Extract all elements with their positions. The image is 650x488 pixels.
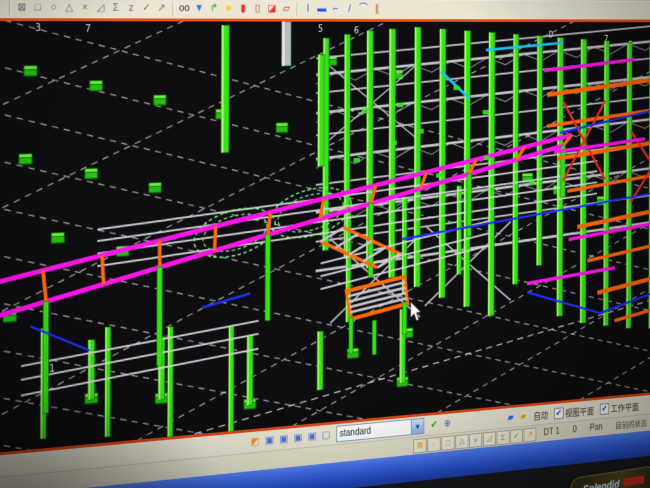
status-dt-field: DT 1 <box>537 426 566 438</box>
create-horizontal-beam-icon[interactable]: ▬ <box>315 2 329 17</box>
grid-label: 7 <box>85 24 91 35</box>
snap-mini-arrow-icon[interactable]: ↗ <box>524 427 537 442</box>
toolbar-separator <box>297 2 298 16</box>
model-viewport[interactable]: 3756D7E11 <box>0 18 650 462</box>
create-pad-footing-icon[interactable]: ▯ <box>250 1 264 16</box>
tank-rings <box>190 179 355 266</box>
create-arc-beam-icon[interactable]: ⌒ <box>356 2 370 17</box>
create-slab-icon[interactable]: ▱ <box>279 2 293 17</box>
select-all-icon[interactable]: ▣ <box>262 432 276 448</box>
select-objects-icon[interactable]: ▢ <box>319 427 333 443</box>
model-3d-view: 3756D7E11 <box>0 21 650 459</box>
select-parts-icon[interactable]: ▣ <box>277 431 291 447</box>
snap-mini-check-icon[interactable]: ✓ <box>510 428 523 443</box>
snap-z-icon[interactable]: z <box>123 1 138 16</box>
create-polybeam-icon[interactable]: ⌐ <box>329 2 343 17</box>
grid-label: 5 <box>318 24 323 34</box>
view-plane-icon[interactable]: ▰ <box>504 410 517 425</box>
view-plane-label: 视图平面 <box>565 403 594 419</box>
auto-label: 自动 <box>533 407 548 421</box>
create-beam-icon[interactable]: Ⅰ <box>301 2 315 17</box>
create-curved-beam-icon[interactable]: / <box>343 2 357 17</box>
create-twin-profile-icon[interactable]: ∥ <box>370 2 384 17</box>
create-column-icon[interactable]: ▮ <box>236 1 251 16</box>
status-mode-field: Pan <box>583 422 609 434</box>
snap-mini-triangle-icon[interactable]: △ <box>455 434 468 449</box>
snap-perpendicular-icon[interactable]: ◿ <box>93 1 109 16</box>
snap-mini-circle-icon[interactable]: ○ <box>427 436 440 452</box>
sticker-red-badge <box>623 476 644 487</box>
representation-combobox-value: standard <box>337 422 411 439</box>
work-plane-label: 工作平面 <box>611 399 639 414</box>
view-plane-checkbox[interactable]: ✔ <box>554 407 564 419</box>
snap-mini-perpendicular-icon[interactable]: ◿ <box>483 431 496 446</box>
combobox-dropdown-arrow[interactable]: ▼ <box>411 419 424 435</box>
render-options-icon[interactable]: ■ <box>221 1 236 16</box>
spotlight-icon[interactable]: ▼ <box>192 1 207 16</box>
create-panel-icon[interactable]: ◪ <box>265 2 279 17</box>
grid-labels: 3756D7E11 <box>34 23 633 376</box>
mouse-cursor <box>411 301 421 321</box>
snap-arrow-icon[interactable]: ↗ <box>154 1 169 16</box>
snap-mini-intersection-icon[interactable]: ⊠ <box>413 438 426 454</box>
snap-triangle-icon[interactable]: △ <box>61 0 77 16</box>
snap-any-position-icon[interactable]: □ <box>30 0 46 16</box>
splendid-sticker-label: Splendid <box>583 477 620 488</box>
snap-mini-box-icon[interactable]: □ <box>441 435 454 451</box>
fly-through-icon[interactable]: ↱ <box>207 1 222 16</box>
monitor: ▭▭▯⁄⁄ ⊠□○△×◿Σz✓↗ oo▼↱■ ▮▯◪▱ Ⅰ▬⌐/⌒∥ 3756D <box>0 0 650 488</box>
splendid-sticker: Splendid <box>570 465 650 488</box>
status-message: 目前的状态 <box>609 417 650 432</box>
snap-mini-cross-icon[interactable]: × <box>469 432 482 447</box>
snap-sum-icon[interactable]: Σ <box>108 1 123 16</box>
snap-intersection-icon[interactable]: ⊠ <box>14 0 30 16</box>
toolbar-row-main: ▭▭▯⁄⁄ ⊠□○△×◿Σz✓↗ oo▼↱■ ▮▯◪▱ Ⅰ▬⌐/⌒∥ <box>0 0 650 20</box>
snap-mini-sum-icon[interactable]: Σ <box>497 429 510 444</box>
toolbar-separator <box>9 0 10 15</box>
apply-check-icon[interactable]: ✔ <box>427 417 440 433</box>
work-plane-checkbox[interactable]: ✔ <box>600 403 609 415</box>
binoculars-icon[interactable]: oo <box>177 1 192 16</box>
toolbar-separator <box>172 1 173 15</box>
select-points-icon[interactable]: ▣ <box>291 430 305 446</box>
world-axes-icon[interactable]: ⊕ <box>441 416 454 431</box>
snap-check-icon[interactable]: ✓ <box>139 1 154 16</box>
snap-settings-icon[interactable]: ◩ <box>248 434 262 450</box>
snap-circle-icon[interactable]: ○ <box>46 0 62 16</box>
grid-label: 6 <box>354 26 359 36</box>
photo-scene: ▭▭▯⁄⁄ ⊠□○△×◿Σz✓↗ oo▼↱■ ▮▯◪▱ Ⅰ▬⌐/⌒∥ 3756D <box>0 0 650 488</box>
select-components-icon[interactable]: ▣ <box>305 428 319 444</box>
erase-icon[interactable]: ⁄⁄ <box>0 0 5 16</box>
snap-cross-icon[interactable]: × <box>77 0 93 16</box>
grid-label: 3 <box>35 23 41 34</box>
depth-plane-icon[interactable]: ▰ <box>517 409 530 424</box>
status-count-field: 0 <box>566 424 583 435</box>
steel-truss-structure <box>315 22 650 325</box>
